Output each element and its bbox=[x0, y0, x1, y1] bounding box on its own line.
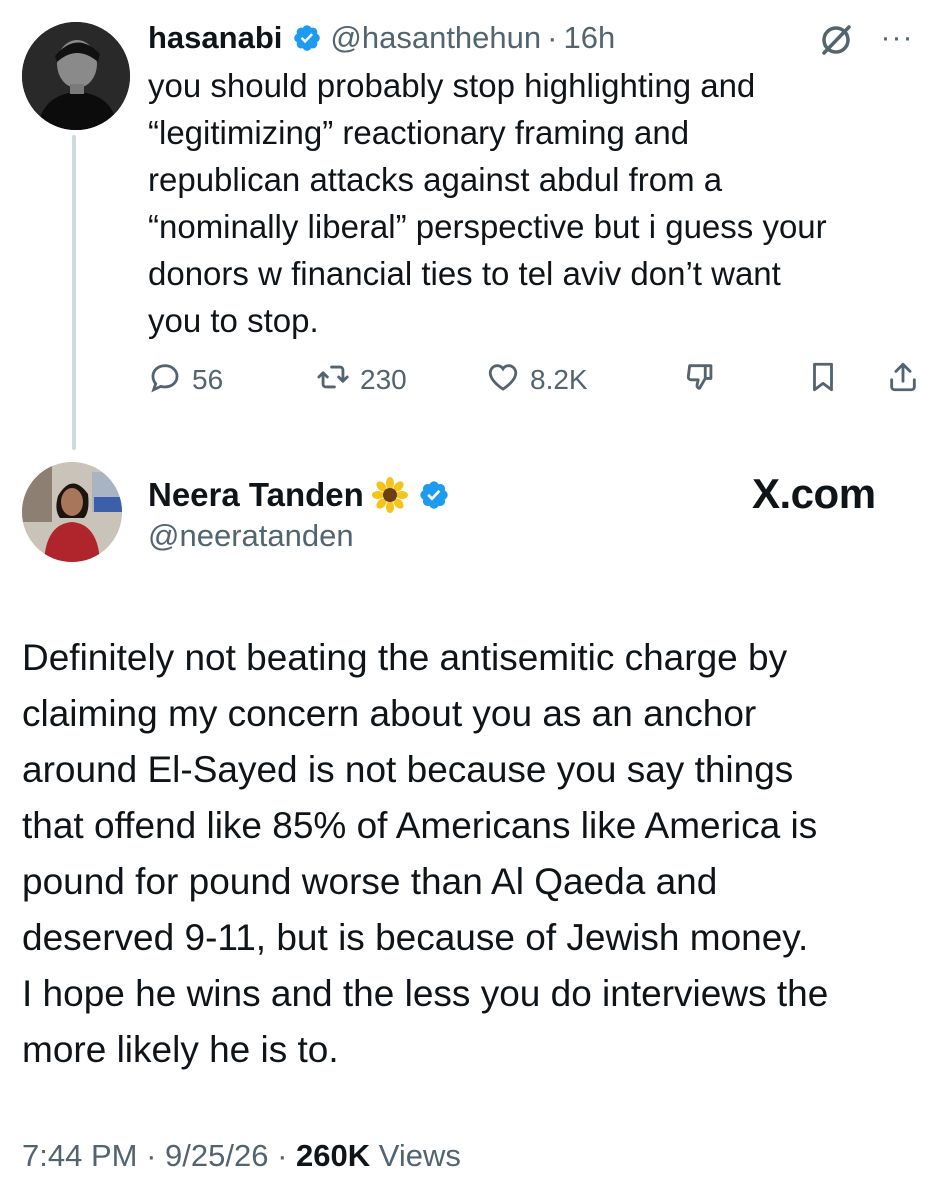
repost-button[interactable]: 230 bbox=[316, 355, 407, 405]
tweet1-text-line: donors w financial ties to tel aviv don’… bbox=[148, 255, 781, 292]
tweet1-text-line: you to stop. bbox=[148, 302, 319, 339]
tweet2-text-line: Definitely not beating the antisemitic c… bbox=[22, 637, 788, 678]
verified-badge-icon bbox=[292, 23, 322, 53]
views-label: Views bbox=[378, 1138, 461, 1173]
dislike-icon bbox=[684, 360, 718, 401]
like-button[interactable]: 8.2K bbox=[486, 355, 588, 405]
dislike-button[interactable] bbox=[684, 355, 718, 405]
tweet2-date[interactable]: 9/25/26 bbox=[165, 1138, 268, 1173]
tweet1-text-line: you should probably stop highlighting an… bbox=[148, 67, 756, 104]
tweet1-text: you should probably stop highlighting an… bbox=[148, 62, 918, 344]
tweet1-separator: · bbox=[547, 20, 558, 55]
tweet1-text-line: “nominally liberal” perspective but i gu… bbox=[148, 208, 827, 245]
tweet2-text-line: claiming my concern about you as an anch… bbox=[22, 693, 757, 734]
tweet2-text-line: pound for pound worse than Al Qaeda and bbox=[22, 861, 718, 902]
share-button[interactable] bbox=[886, 355, 920, 405]
tweet2-handle[interactable]: @neeratanden bbox=[148, 518, 354, 554]
tweet2-text-line: deserved 9-11, but is because of Jewish … bbox=[22, 917, 809, 958]
tweet2-time[interactable]: 7:44 PM bbox=[22, 1138, 137, 1173]
verified-badge-icon bbox=[418, 479, 450, 511]
reply-icon bbox=[148, 360, 182, 401]
tweet2-text: Definitely not beating the antisemitic c… bbox=[22, 630, 927, 1078]
tweet1-display-name[interactable]: hasanabi bbox=[148, 20, 282, 56]
tweet1-text-line: “legitimizing” reactionary framing and bbox=[148, 114, 690, 151]
thread-connector-line bbox=[72, 135, 76, 450]
bookmark-button[interactable] bbox=[806, 355, 840, 405]
like-count: 8.2K bbox=[530, 364, 588, 395]
like-icon bbox=[486, 360, 520, 401]
tweet1-header: hasanabi @hasanthehun · 16h bbox=[148, 18, 615, 58]
tweet2-display-name[interactable]: Neera Tanden bbox=[148, 476, 364, 514]
sunflower-icon bbox=[371, 477, 408, 513]
tweet2-text-line: that offend like 85% of Americans like A… bbox=[22, 805, 818, 846]
tweet1-action-bar: 56 230 8.2K bbox=[148, 355, 928, 405]
avatar-neera-tanden[interactable] bbox=[22, 462, 122, 562]
repost-icon bbox=[316, 360, 350, 401]
reply-count: 56 bbox=[192, 364, 224, 395]
meta-separator: · bbox=[277, 1138, 288, 1173]
x-com-watermark: X.com bbox=[752, 470, 876, 517]
reply-button[interactable]: 56 bbox=[148, 355, 223, 405]
bookmark-icon bbox=[806, 360, 840, 401]
tweet1-handle[interactable]: @hasanthehun bbox=[330, 20, 541, 56]
tweet2-text-line: I hope he wins and the less you do inter… bbox=[22, 973, 829, 1014]
repost-count: 230 bbox=[360, 364, 407, 395]
tweet1-text-line: republican attacks against abdul from a bbox=[148, 161, 723, 198]
meta-separator: · bbox=[146, 1138, 157, 1173]
tweet2-text-line: more likely he is to. bbox=[22, 1029, 339, 1070]
tweet1-timestamp[interactable]: 16h bbox=[563, 20, 615, 56]
avatar-hasanabi[interactable] bbox=[22, 22, 130, 130]
grok-icon[interactable] bbox=[818, 22, 854, 58]
tweet2-header: Neera Tanden bbox=[148, 474, 450, 516]
more-options-icon[interactable]: ··· bbox=[872, 20, 922, 56]
tweet2-text-line: around El-Sayed is not because you say t… bbox=[22, 749, 794, 790]
tweet2-meta: 7:44 PM · 9/25/26 · 260K Views bbox=[22, 1138, 461, 1174]
share-icon bbox=[886, 360, 920, 401]
views-count: 260K bbox=[296, 1138, 371, 1173]
